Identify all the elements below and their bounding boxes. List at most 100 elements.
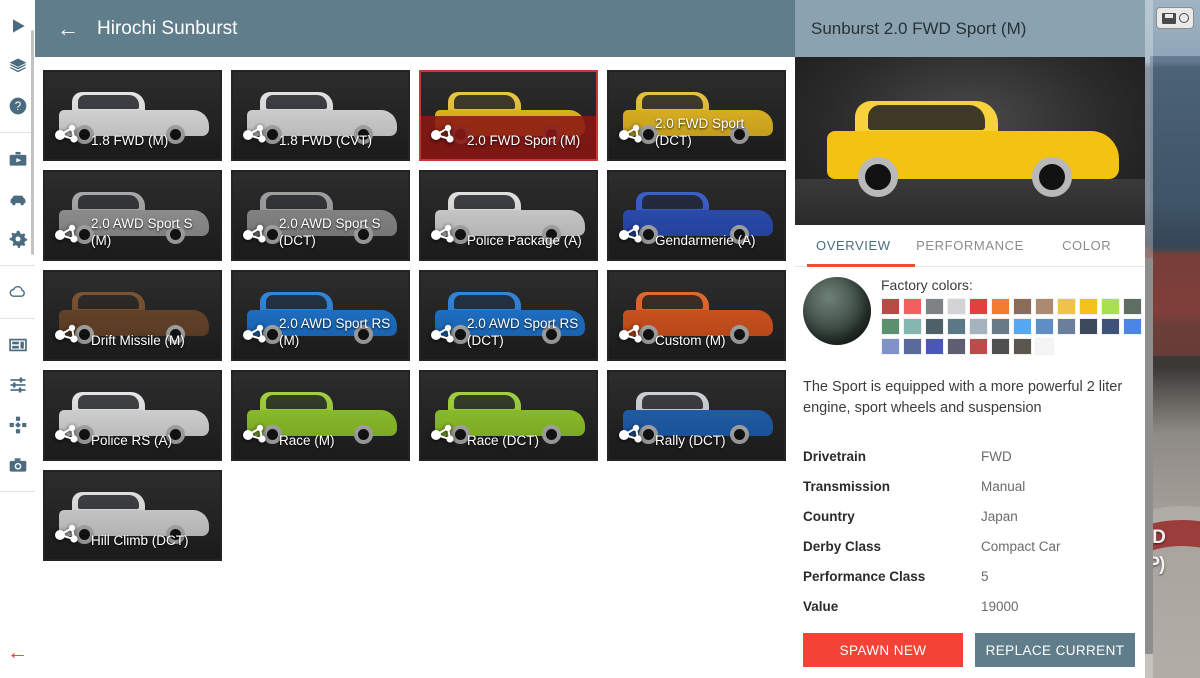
config-nodes-icon (431, 124, 454, 143)
tab-overview[interactable]: OVERVIEW (795, 225, 912, 266)
config-nodes-icon (619, 324, 642, 343)
color-swatch[interactable] (881, 318, 900, 335)
vehicle-specs-table: Drivetrain FWD Transmission Manual Country Ja… (795, 419, 1145, 621)
preview-car-wheel-rear (1032, 157, 1073, 197)
help-icon: ? (8, 96, 28, 116)
color-swatch[interactable] (991, 318, 1010, 335)
sidebar-item-scenarios[interactable] (0, 139, 35, 179)
config-tile[interactable]: 1.8 FWD (CVT) (231, 70, 410, 161)
config-nodes-icon (55, 124, 78, 143)
config-tile[interactable]: Hill Climb (DCT) (43, 470, 222, 561)
config-grid: 1.8 FWD (M) 1.8 FWD (CVT) 2.0 FWD Sport … (35, 57, 795, 561)
tab-performance[interactable]: PERFORMANCE (912, 225, 1029, 266)
color-swatch[interactable] (969, 338, 988, 355)
spec-row: Derby Class Compact Car (803, 531, 1145, 561)
config-nodes-icon (431, 424, 454, 443)
config-nodes-icon (55, 224, 78, 243)
config-tile[interactable]: 2.0 AWD Sport RS (DCT) (419, 270, 598, 361)
panel-header: ← Hirochi Sunburst (35, 0, 795, 57)
camera-icon (8, 455, 28, 475)
config-tile[interactable]: 2.0 AWD Sport S (DCT) (231, 170, 410, 261)
color-swatch[interactable] (1101, 298, 1120, 315)
config-tile[interactable]: 2.0 AWD Sport RS (M) (231, 270, 410, 361)
config-tile[interactable]: Drift Missile (M) (43, 270, 222, 361)
material-preview-sphere[interactable] (803, 277, 871, 345)
sidebar-item-help[interactable]: ? (0, 86, 35, 126)
sidebar-back-button[interactable]: ← (0, 636, 35, 668)
color-swatch[interactable] (947, 298, 966, 315)
color-swatch[interactable] (1013, 318, 1032, 335)
tab-color[interactable]: COLOR (1028, 225, 1145, 266)
sidebar-item-photo-mode[interactable] (0, 445, 35, 485)
config-tile[interactable]: Custom (M) (607, 270, 786, 361)
config-tile[interactable]: 2.0 FWD Sport (M) (419, 70, 598, 161)
color-swatch[interactable] (1079, 298, 1098, 315)
save-icon (1161, 12, 1176, 24)
spawn-new-button[interactable]: SPAWN NEW (803, 633, 963, 667)
spec-value: Manual (981, 478, 1026, 494)
sidebar-item-repository[interactable] (0, 272, 35, 312)
color-swatch[interactable] (925, 338, 944, 355)
tuning-icon (8, 375, 28, 395)
color-swatch[interactable] (947, 318, 966, 335)
sidebar-item-tuning[interactable] (0, 365, 35, 405)
color-swatch[interactable] (1123, 298, 1142, 315)
color-swatch[interactable] (1035, 298, 1054, 315)
back-button[interactable]: ← (57, 17, 79, 40)
color-swatch[interactable] (903, 298, 922, 315)
hud-save-widget[interactable] (1156, 7, 1194, 29)
sidebar-item-parts[interactable] (0, 405, 35, 445)
preview-car-render (815, 85, 1125, 205)
arrow-left-icon: ← (7, 640, 28, 664)
color-swatch[interactable] (925, 298, 944, 315)
sidebar-item-layers[interactable] (0, 46, 35, 86)
color-swatch[interactable] (991, 298, 1010, 315)
color-swatch[interactable] (925, 318, 944, 335)
color-swatch[interactable] (881, 298, 900, 315)
color-swatch[interactable] (903, 338, 922, 355)
color-swatch[interactable] (1013, 298, 1032, 315)
info-tabs: OVERVIEW PERFORMANCE COLOR (795, 225, 1145, 267)
config-tile[interactable]: 2.0 FWD Sport (DCT) (607, 70, 786, 161)
preview-car-wheel-front (858, 157, 899, 197)
color-swatch[interactable] (991, 338, 1010, 355)
record-icon (1178, 13, 1189, 23)
sidebar-scrollbar[interactable] (31, 30, 34, 255)
config-tile[interactable]: 1.8 FWD (M) (43, 70, 222, 161)
scenarios-icon (8, 149, 28, 169)
spec-value: Japan (981, 508, 1018, 524)
config-tile[interactable]: Police RS (A) (43, 370, 222, 461)
sidebar-item-play[interactable] (0, 6, 35, 46)
spec-row: Performance Class 5 (803, 561, 1145, 591)
color-swatch[interactable] (1057, 298, 1076, 315)
info-panel-scrollbar-thumb[interactable] (1145, 258, 1153, 654)
config-tile[interactable]: Gendarmerie (A) (607, 170, 786, 261)
config-tile[interactable]: 2.0 AWD Sport S (M) (43, 170, 222, 261)
sidebar-item-ui-apps[interactable] (0, 325, 35, 365)
config-tile[interactable]: Police Package (A) (419, 170, 598, 261)
color-swatch[interactable] (1101, 318, 1120, 335)
config-tile[interactable]: Race (M) (231, 370, 410, 461)
sidebar-item-vehicles[interactable] (0, 179, 35, 219)
color-swatch[interactable] (1035, 318, 1054, 335)
config-tile[interactable]: Race (DCT) (419, 370, 598, 461)
vehicle-info-panel: Sunburst 2.0 FWD Sport (M) OVERVIEW PERF… (795, 0, 1145, 678)
spec-key: Transmission (803, 478, 891, 494)
sidebar-item-settings[interactable] (0, 219, 35, 259)
color-swatch[interactable] (947, 338, 966, 355)
action-buttons: SPAWN NEW REPLACE CURRENT (795, 621, 1145, 667)
config-tile[interactable]: Rally (DCT) (607, 370, 786, 461)
color-swatch[interactable] (903, 318, 922, 335)
color-swatch[interactable] (969, 318, 988, 335)
color-swatch[interactable] (969, 298, 988, 315)
spec-key: Performance Class (803, 568, 926, 584)
color-swatch[interactable] (881, 338, 900, 355)
sidebar-group-repository (0, 266, 35, 319)
color-swatch[interactable] (1123, 318, 1142, 335)
color-swatch[interactable] (1035, 338, 1054, 355)
replace-current-button[interactable]: REPLACE CURRENT (975, 633, 1135, 667)
color-swatch[interactable] (1079, 318, 1098, 335)
color-swatch[interactable] (1013, 338, 1032, 355)
color-swatch[interactable] (1057, 318, 1076, 335)
spec-row: Transmission Manual (803, 471, 1145, 501)
